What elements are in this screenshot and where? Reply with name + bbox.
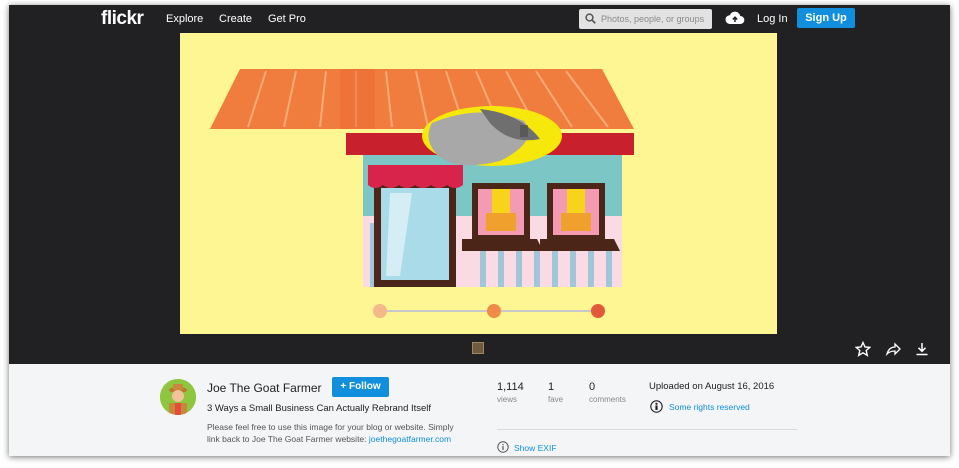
cloud-upload-icon[interactable]: [725, 10, 745, 26]
info-icon: [497, 441, 509, 453]
photo-title: 3 Ways a Small Business Can Actually Reb…: [207, 403, 432, 414]
upload-date: Uploaded on August 16, 2016: [649, 381, 775, 392]
search-input[interactable]: [601, 11, 706, 27]
share-icon[interactable]: [885, 341, 901, 357]
top-navigation: flickr Explore Create Get Pro Log In Sig…: [9, 5, 950, 33]
license-link[interactable]: Some rights reserved: [669, 402, 750, 412]
photo-info-panel: Joe The Goat Farmer + Follow 3 Ways a Sm…: [9, 364, 950, 456]
login-link[interactable]: Log In: [757, 13, 788, 25]
faves-count: 1: [548, 381, 555, 393]
comments-label: comments: [589, 395, 626, 404]
divider: [497, 429, 797, 430]
author-name[interactable]: Joe The Goat Farmer: [207, 381, 322, 395]
photo-display[interactable]: [180, 33, 777, 334]
follow-button[interactable]: + Follow: [332, 377, 389, 397]
description-link[interactable]: joethegoatfarmer.com: [369, 434, 451, 444]
photo-thumbnail[interactable]: [472, 342, 484, 354]
download-icon[interactable]: [914, 341, 930, 357]
comments-count: 0: [589, 381, 596, 393]
follow-label: Follow: [348, 381, 381, 392]
nav-create[interactable]: Create: [219, 13, 252, 25]
signup-button[interactable]: Sign Up: [797, 8, 855, 28]
nav-explore[interactable]: Explore: [166, 13, 203, 25]
farmer-avatar-icon: [160, 379, 196, 415]
flickr-logo[interactable]: flickr: [101, 8, 144, 30]
nav-get-pro[interactable]: Get Pro: [268, 13, 306, 25]
storefront-illustration: [210, 69, 634, 318]
photo-page: flickr Explore Create Get Pro Log In Sig…: [9, 5, 950, 456]
views-label: views: [497, 395, 518, 404]
avatar[interactable]: [160, 379, 196, 415]
views-count: 1,114: [497, 381, 524, 393]
star-icon[interactable]: [855, 341, 871, 357]
creative-commons-icon: [650, 400, 663, 413]
search-icon: [585, 13, 596, 24]
show-exif-link[interactable]: Show EXIF: [514, 443, 557, 453]
search-box[interactable]: [579, 9, 712, 29]
faves-label: fave: [548, 395, 564, 404]
photo-description: Please feel free to use this image for y…: [207, 421, 462, 445]
plus-icon: +: [340, 381, 347, 392]
